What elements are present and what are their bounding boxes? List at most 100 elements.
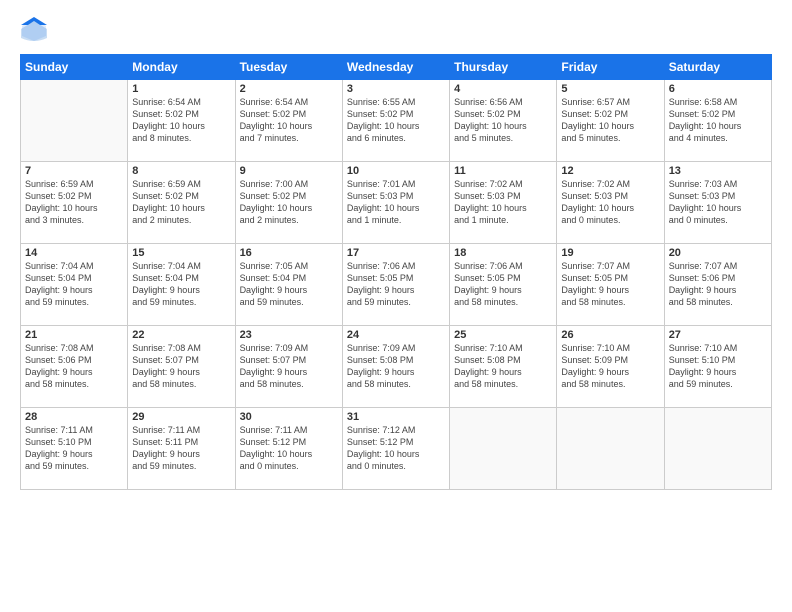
day-info: Sunrise: 7:11 AMSunset: 5:12 PMDaylight:… <box>240 424 338 473</box>
day-number: 11 <box>454 165 552 177</box>
col-header-friday: Friday <box>557 55 664 80</box>
calendar-cell: 6Sunrise: 6:58 AMSunset: 5:02 PMDaylight… <box>664 80 771 162</box>
day-info: Sunrise: 7:03 AMSunset: 5:03 PMDaylight:… <box>669 178 767 227</box>
day-info: Sunrise: 6:59 AMSunset: 5:02 PMDaylight:… <box>132 178 230 227</box>
day-info: Sunrise: 6:55 AMSunset: 5:02 PMDaylight:… <box>347 96 445 145</box>
calendar-cell: 20Sunrise: 7:07 AMSunset: 5:06 PMDayligh… <box>664 244 771 326</box>
calendar-cell: 26Sunrise: 7:10 AMSunset: 5:09 PMDayligh… <box>557 326 664 408</box>
day-info: Sunrise: 7:08 AMSunset: 5:06 PMDaylight:… <box>25 342 123 391</box>
day-number: 4 <box>454 83 552 95</box>
day-number: 13 <box>669 165 767 177</box>
calendar-cell: 22Sunrise: 7:08 AMSunset: 5:07 PMDayligh… <box>128 326 235 408</box>
calendar-cell: 29Sunrise: 7:11 AMSunset: 5:11 PMDayligh… <box>128 408 235 490</box>
day-number: 22 <box>132 329 230 341</box>
day-info: Sunrise: 7:04 AMSunset: 5:04 PMDaylight:… <box>132 260 230 309</box>
day-number: 31 <box>347 411 445 423</box>
day-number: 28 <box>25 411 123 423</box>
col-header-thursday: Thursday <box>450 55 557 80</box>
day-info: Sunrise: 6:54 AMSunset: 5:02 PMDaylight:… <box>240 96 338 145</box>
day-number: 15 <box>132 247 230 259</box>
calendar-cell: 4Sunrise: 6:56 AMSunset: 5:02 PMDaylight… <box>450 80 557 162</box>
day-number: 9 <box>240 165 338 177</box>
day-info: Sunrise: 7:10 AMSunset: 5:10 PMDaylight:… <box>669 342 767 391</box>
col-header-monday: Monday <box>128 55 235 80</box>
calendar-cell: 23Sunrise: 7:09 AMSunset: 5:07 PMDayligh… <box>235 326 342 408</box>
day-number: 18 <box>454 247 552 259</box>
day-info: Sunrise: 6:56 AMSunset: 5:02 PMDaylight:… <box>454 96 552 145</box>
col-header-wednesday: Wednesday <box>342 55 449 80</box>
day-number: 30 <box>240 411 338 423</box>
calendar-week-3: 21Sunrise: 7:08 AMSunset: 5:06 PMDayligh… <box>21 326 772 408</box>
calendar-cell: 25Sunrise: 7:10 AMSunset: 5:08 PMDayligh… <box>450 326 557 408</box>
calendar-week-0: 1 Sunrise: 6:54 AMSunset: 5:02 PMDaylight… <box>21 80 772 162</box>
day-info: Sunrise: 6:57 AMSunset: 5:02 PMDaylight:… <box>561 96 659 145</box>
calendar-week-2: 14Sunrise: 7:04 AMSunset: 5:04 PMDayligh… <box>21 244 772 326</box>
calendar-cell: 10Sunrise: 7:01 AMSunset: 5:03 PMDayligh… <box>342 162 449 244</box>
calendar-header-row: SundayMondayTuesdayWednesdayThursdayFrid… <box>21 55 772 80</box>
day-info: Sunrise: 7:10 AMSunset: 5:09 PMDaylight:… <box>561 342 659 391</box>
calendar-week-1: 7Sunrise: 6:59 AMSunset: 5:02 PMDaylight… <box>21 162 772 244</box>
day-info: Sunrise: 7:09 AMSunset: 5:08 PMDaylight:… <box>347 342 445 391</box>
day-number: 17 <box>347 247 445 259</box>
calendar-cell <box>450 408 557 490</box>
day-info: Sunrise: 7:07 AMSunset: 5:05 PMDaylight:… <box>561 260 659 309</box>
calendar-cell: 17Sunrise: 7:06 AMSunset: 5:05 PMDayligh… <box>342 244 449 326</box>
day-number: 29 <box>132 411 230 423</box>
calendar-cell: 15Sunrise: 7:04 AMSunset: 5:04 PMDayligh… <box>128 244 235 326</box>
day-info: Sunrise: 6:59 AMSunset: 5:02 PMDaylight:… <box>25 178 123 227</box>
day-info: Sunrise: 7:04 AMSunset: 5:04 PMDaylight:… <box>25 260 123 309</box>
page: SundayMondayTuesdayWednesdayThursdayFrid… <box>0 0 792 612</box>
day-number: 1 <box>132 83 230 95</box>
day-info: Sunrise: 7:02 AMSunset: 5:03 PMDaylight:… <box>561 178 659 227</box>
calendar-cell: 1Sunrise: 6:54 AMSunset: 5:02 PMDaylight… <box>128 80 235 162</box>
day-number: 3 <box>347 83 445 95</box>
day-number: 2 <box>240 83 338 95</box>
calendar-cell: 19Sunrise: 7:07 AMSunset: 5:05 PMDayligh… <box>557 244 664 326</box>
calendar-cell: 8Sunrise: 6:59 AMSunset: 5:02 PMDaylight… <box>128 162 235 244</box>
calendar-week-4: 28Sunrise: 7:11 AMSunset: 5:10 PMDayligh… <box>21 408 772 490</box>
calendar-cell: 2Sunrise: 6:54 AMSunset: 5:02 PMDaylight… <box>235 80 342 162</box>
day-number: 20 <box>669 247 767 259</box>
calendar-cell: 24Sunrise: 7:09 AMSunset: 5:08 PMDayligh… <box>342 326 449 408</box>
day-info: Sunrise: 7:05 AMSunset: 5:04 PMDaylight:… <box>240 260 338 309</box>
calendar-cell: 27Sunrise: 7:10 AMSunset: 5:10 PMDayligh… <box>664 326 771 408</box>
day-info: Sunrise: 6:58 AMSunset: 5:02 PMDaylight:… <box>669 96 767 145</box>
calendar-cell: 31Sunrise: 7:12 AMSunset: 5:12 PMDayligh… <box>342 408 449 490</box>
calendar-cell: 7Sunrise: 6:59 AMSunset: 5:02 PMDaylight… <box>21 162 128 244</box>
logo-icon <box>20 16 48 44</box>
day-info: Sunrise: 7:10 AMSunset: 5:08 PMDaylight:… <box>454 342 552 391</box>
header <box>20 16 772 44</box>
day-info: Sunrise: 7:11 AMSunset: 5:11 PMDaylight:… <box>132 424 230 473</box>
logo <box>20 16 52 44</box>
calendar-cell: 21Sunrise: 7:08 AMSunset: 5:06 PMDayligh… <box>21 326 128 408</box>
day-number: 19 <box>561 247 659 259</box>
day-number: 24 <box>347 329 445 341</box>
calendar-cell <box>664 408 771 490</box>
calendar-cell: 30Sunrise: 7:11 AMSunset: 5:12 PMDayligh… <box>235 408 342 490</box>
day-info: Sunrise: 7:06 AMSunset: 5:05 PMDaylight:… <box>347 260 445 309</box>
day-number: 26 <box>561 329 659 341</box>
calendar-cell: 14Sunrise: 7:04 AMSunset: 5:04 PMDayligh… <box>21 244 128 326</box>
col-header-saturday: Saturday <box>664 55 771 80</box>
day-info: Sunrise: 7:09 AMSunset: 5:07 PMDaylight:… <box>240 342 338 391</box>
day-number: 16 <box>240 247 338 259</box>
calendar-cell: 5Sunrise: 6:57 AMSunset: 5:02 PMDaylight… <box>557 80 664 162</box>
day-info: Sunrise: 7:06 AMSunset: 5:05 PMDaylight:… <box>454 260 552 309</box>
day-info: Sunrise: 7:12 AMSunset: 5:12 PMDaylight:… <box>347 424 445 473</box>
day-number: 8 <box>132 165 230 177</box>
day-number: 7 <box>25 165 123 177</box>
day-info: Sunrise: 7:00 AMSunset: 5:02 PMDaylight:… <box>240 178 338 227</box>
day-info: Sunrise: 7:11 AMSunset: 5:10 PMDaylight:… <box>25 424 123 473</box>
calendar-cell <box>21 80 128 162</box>
day-number: 5 <box>561 83 659 95</box>
day-info: Sunrise: 7:01 AMSunset: 5:03 PMDaylight:… <box>347 178 445 227</box>
calendar-cell: 28Sunrise: 7:11 AMSunset: 5:10 PMDayligh… <box>21 408 128 490</box>
calendar-cell: 12Sunrise: 7:02 AMSunset: 5:03 PMDayligh… <box>557 162 664 244</box>
calendar-cell: 3Sunrise: 6:55 AMSunset: 5:02 PMDaylight… <box>342 80 449 162</box>
day-number: 6 <box>669 83 767 95</box>
calendar-cell: 11Sunrise: 7:02 AMSunset: 5:03 PMDayligh… <box>450 162 557 244</box>
calendar-cell <box>557 408 664 490</box>
calendar-cell: 9Sunrise: 7:00 AMSunset: 5:02 PMDaylight… <box>235 162 342 244</box>
col-header-sunday: Sunday <box>21 55 128 80</box>
day-number: 23 <box>240 329 338 341</box>
